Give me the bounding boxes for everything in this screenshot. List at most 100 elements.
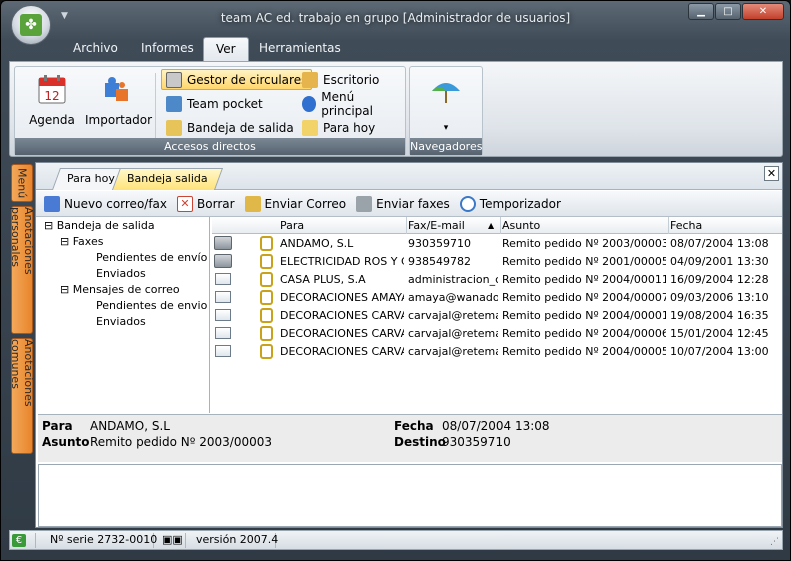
tab-ver[interactable]: Ver	[203, 37, 249, 61]
document-tabs: Para hoy Bandeja salida ✕	[36, 163, 782, 190]
tab-informes[interactable]: Informes	[141, 41, 194, 55]
minimize-button[interactable]: ▁	[688, 3, 714, 20]
enviar-faxes-button[interactable]: Enviar faxes	[356, 195, 450, 212]
team-pocket-button[interactable]: Team pocket	[161, 93, 268, 114]
team-pocket-label: Team pocket	[187, 96, 263, 111]
col-fecha[interactable]: Fecha	[670, 219, 702, 232]
mail-icon	[215, 273, 231, 285]
grid-header: Para Fax/E-mail ▲ Asunto Fecha	[212, 217, 782, 234]
pda-icon	[166, 95, 182, 112]
delete-icon: ✕	[177, 195, 194, 212]
table-row[interactable]: ELECTRICIDAD ROS Y C 938549782 Remito pe…	[212, 253, 782, 271]
close-window-button[interactable]: ✕	[742, 3, 784, 20]
col-asunto[interactable]: Asunto	[502, 219, 540, 232]
tab-bandeja-salida[interactable]: Bandeja salida	[111, 168, 223, 190]
group-label-accesos: Accesos directos	[15, 138, 405, 155]
fax-icon	[356, 195, 373, 212]
detail-destino-value: 930359710	[442, 435, 511, 449]
tree-node-mensajes[interactable]: ⊟ Mensajes de correo	[60, 283, 180, 296]
status-version: versión 2007.4	[190, 533, 278, 548]
sort-asc-icon: ▲	[488, 221, 495, 230]
side-tab-anotaciones-personales[interactable]: Anotaciones personales	[9, 206, 35, 334]
detail-para-value: ANDAMO, S.L	[90, 419, 170, 433]
temporizador-button[interactable]: Temporizador	[459, 195, 561, 212]
group-label-navegadores: Navegadores	[410, 138, 483, 155]
mail-icon	[215, 327, 231, 339]
col-divider	[406, 217, 407, 234]
mail-icon	[215, 309, 231, 321]
side-tab-menu[interactable]: Menú	[11, 164, 33, 202]
col-divider	[500, 217, 501, 234]
table-row[interactable]: DECORACIONES CARVA carvajal@retemail.e R…	[212, 307, 782, 325]
importador-button[interactable]: Importador	[85, 71, 152, 127]
bandeja-salida-button[interactable]: Bandeja de salida	[161, 117, 299, 138]
tree-node-mail-pendientes[interactable]: Pendientes de envio	[96, 299, 207, 312]
tree-node-faxes[interactable]: ⊟ Faxes	[60, 235, 103, 248]
menu-principal-button[interactable]: Menú principal	[297, 90, 405, 118]
message-detail: Para ANDAMO, S.L Asunto Remito pedido Nº…	[38, 414, 782, 462]
mail-icon	[215, 345, 231, 357]
attachment-icon	[260, 290, 273, 305]
detail-destino-label: Destino	[394, 435, 446, 449]
table-row[interactable]: CASA PLUS, S.A administracion_casa Remit…	[212, 271, 782, 289]
fax-icon	[214, 236, 232, 250]
fax-icon	[214, 254, 232, 268]
borrar-button[interactable]: ✕ Borrar	[177, 195, 235, 212]
calendar-icon: 12	[35, 73, 69, 107]
table-row[interactable]: DECORACIONES CARVA carvajal@retemail.e R…	[212, 343, 782, 361]
svg-text:12: 12	[44, 89, 59, 103]
tab-archivo[interactable]: Archivo	[73, 41, 118, 55]
enviar-correo-button[interactable]: Enviar Correo	[244, 195, 346, 212]
status-serie: Nº serie 2732-0010	[44, 533, 157, 548]
attachment-icon	[260, 272, 273, 287]
nuevo-correo-button[interactable]: Nuevo correo/fax	[44, 195, 167, 212]
group-accesos-directos: 12 Agenda Importador Gestor de circulare…	[14, 66, 406, 156]
message-body[interactable]	[38, 464, 782, 527]
detail-fecha-label: Fecha	[394, 419, 434, 433]
side-tab-anotaciones-comunes[interactable]: Anotaciones comunes	[9, 338, 35, 454]
col-divider	[668, 217, 669, 234]
note-icon	[302, 119, 318, 136]
desktop-icon	[302, 71, 318, 88]
maximize-button[interactable]: □	[715, 3, 741, 20]
navegadores-dropdown-icon[interactable]: ▾	[410, 123, 482, 133]
table-row[interactable]: ANDAMO, S.L 930359710 Remito pedido Nº 2…	[212, 235, 782, 253]
tab-herramientas[interactable]: Herramientas	[259, 41, 341, 55]
ribbon-panel: 12 Agenda Importador Gestor de circulare…	[9, 61, 783, 157]
new-mail-icon	[44, 195, 60, 212]
outbox-icon	[166, 119, 182, 136]
attachment-icon	[260, 236, 273, 251]
tree-node-mail-enviados[interactable]: Enviados	[96, 315, 146, 328]
detail-fecha-value: 08/07/2004 13:08	[442, 419, 550, 433]
gestor-circulares-button[interactable]: Gestor de circulares	[161, 69, 313, 90]
escritorio-label: Escritorio	[323, 72, 380, 87]
checklist-icon	[166, 71, 182, 88]
resize-grip-icon[interactable]: ⋰	[770, 537, 779, 547]
attachment-icon	[260, 254, 273, 269]
table-row[interactable]: DECORACIONES AMAYA amaya@wanadoo.e Remit…	[212, 289, 782, 307]
close-tab-button[interactable]: ✕	[764, 166, 779, 181]
tree-node-faxes-enviados[interactable]: Enviados	[96, 267, 146, 280]
status-bar: € Nº serie 2732-0010 ▣▣ versión 2007.4 ⋰	[9, 530, 783, 550]
table-row[interactable]: DECORACIONES CARVA carvajal@retemail.e R…	[212, 325, 782, 343]
col-fax-email[interactable]: Fax/E-mail	[408, 219, 465, 232]
tree-node-faxes-pendientes[interactable]: Pendientes de envío	[96, 251, 207, 264]
attachment-icon	[260, 344, 273, 359]
main-panel: Para hoy Bandeja salida ✕ Nuevo correo/f…	[35, 162, 783, 528]
down-arrow-icon	[302, 95, 317, 112]
app-menu-button[interactable]: ✤	[11, 5, 51, 45]
window-title: team AC ed. trabajo en grupo [Administra…	[220, 11, 571, 25]
tree-node-bandeja[interactable]: ⊟ Bandeja de salida	[44, 219, 155, 232]
send-mail-icon	[244, 195, 261, 212]
escritorio-button[interactable]: Escritorio	[297, 69, 384, 90]
agenda-button[interactable]: 12 Agenda	[21, 71, 83, 127]
para-hoy-label: Para hoy	[323, 120, 376, 135]
agenda-label: Agenda	[29, 113, 75, 127]
puzzle-icon	[99, 73, 133, 107]
side-tab-strip: Menú Anotaciones personales Anotaciones …	[9, 162, 35, 550]
importador-label: Importador	[85, 113, 153, 127]
umbrella-icon[interactable]	[430, 75, 462, 110]
status-icon-cell: €	[10, 533, 36, 548]
para-hoy-button[interactable]: Para hoy	[297, 117, 380, 138]
col-para[interactable]: Para	[280, 219, 304, 232]
